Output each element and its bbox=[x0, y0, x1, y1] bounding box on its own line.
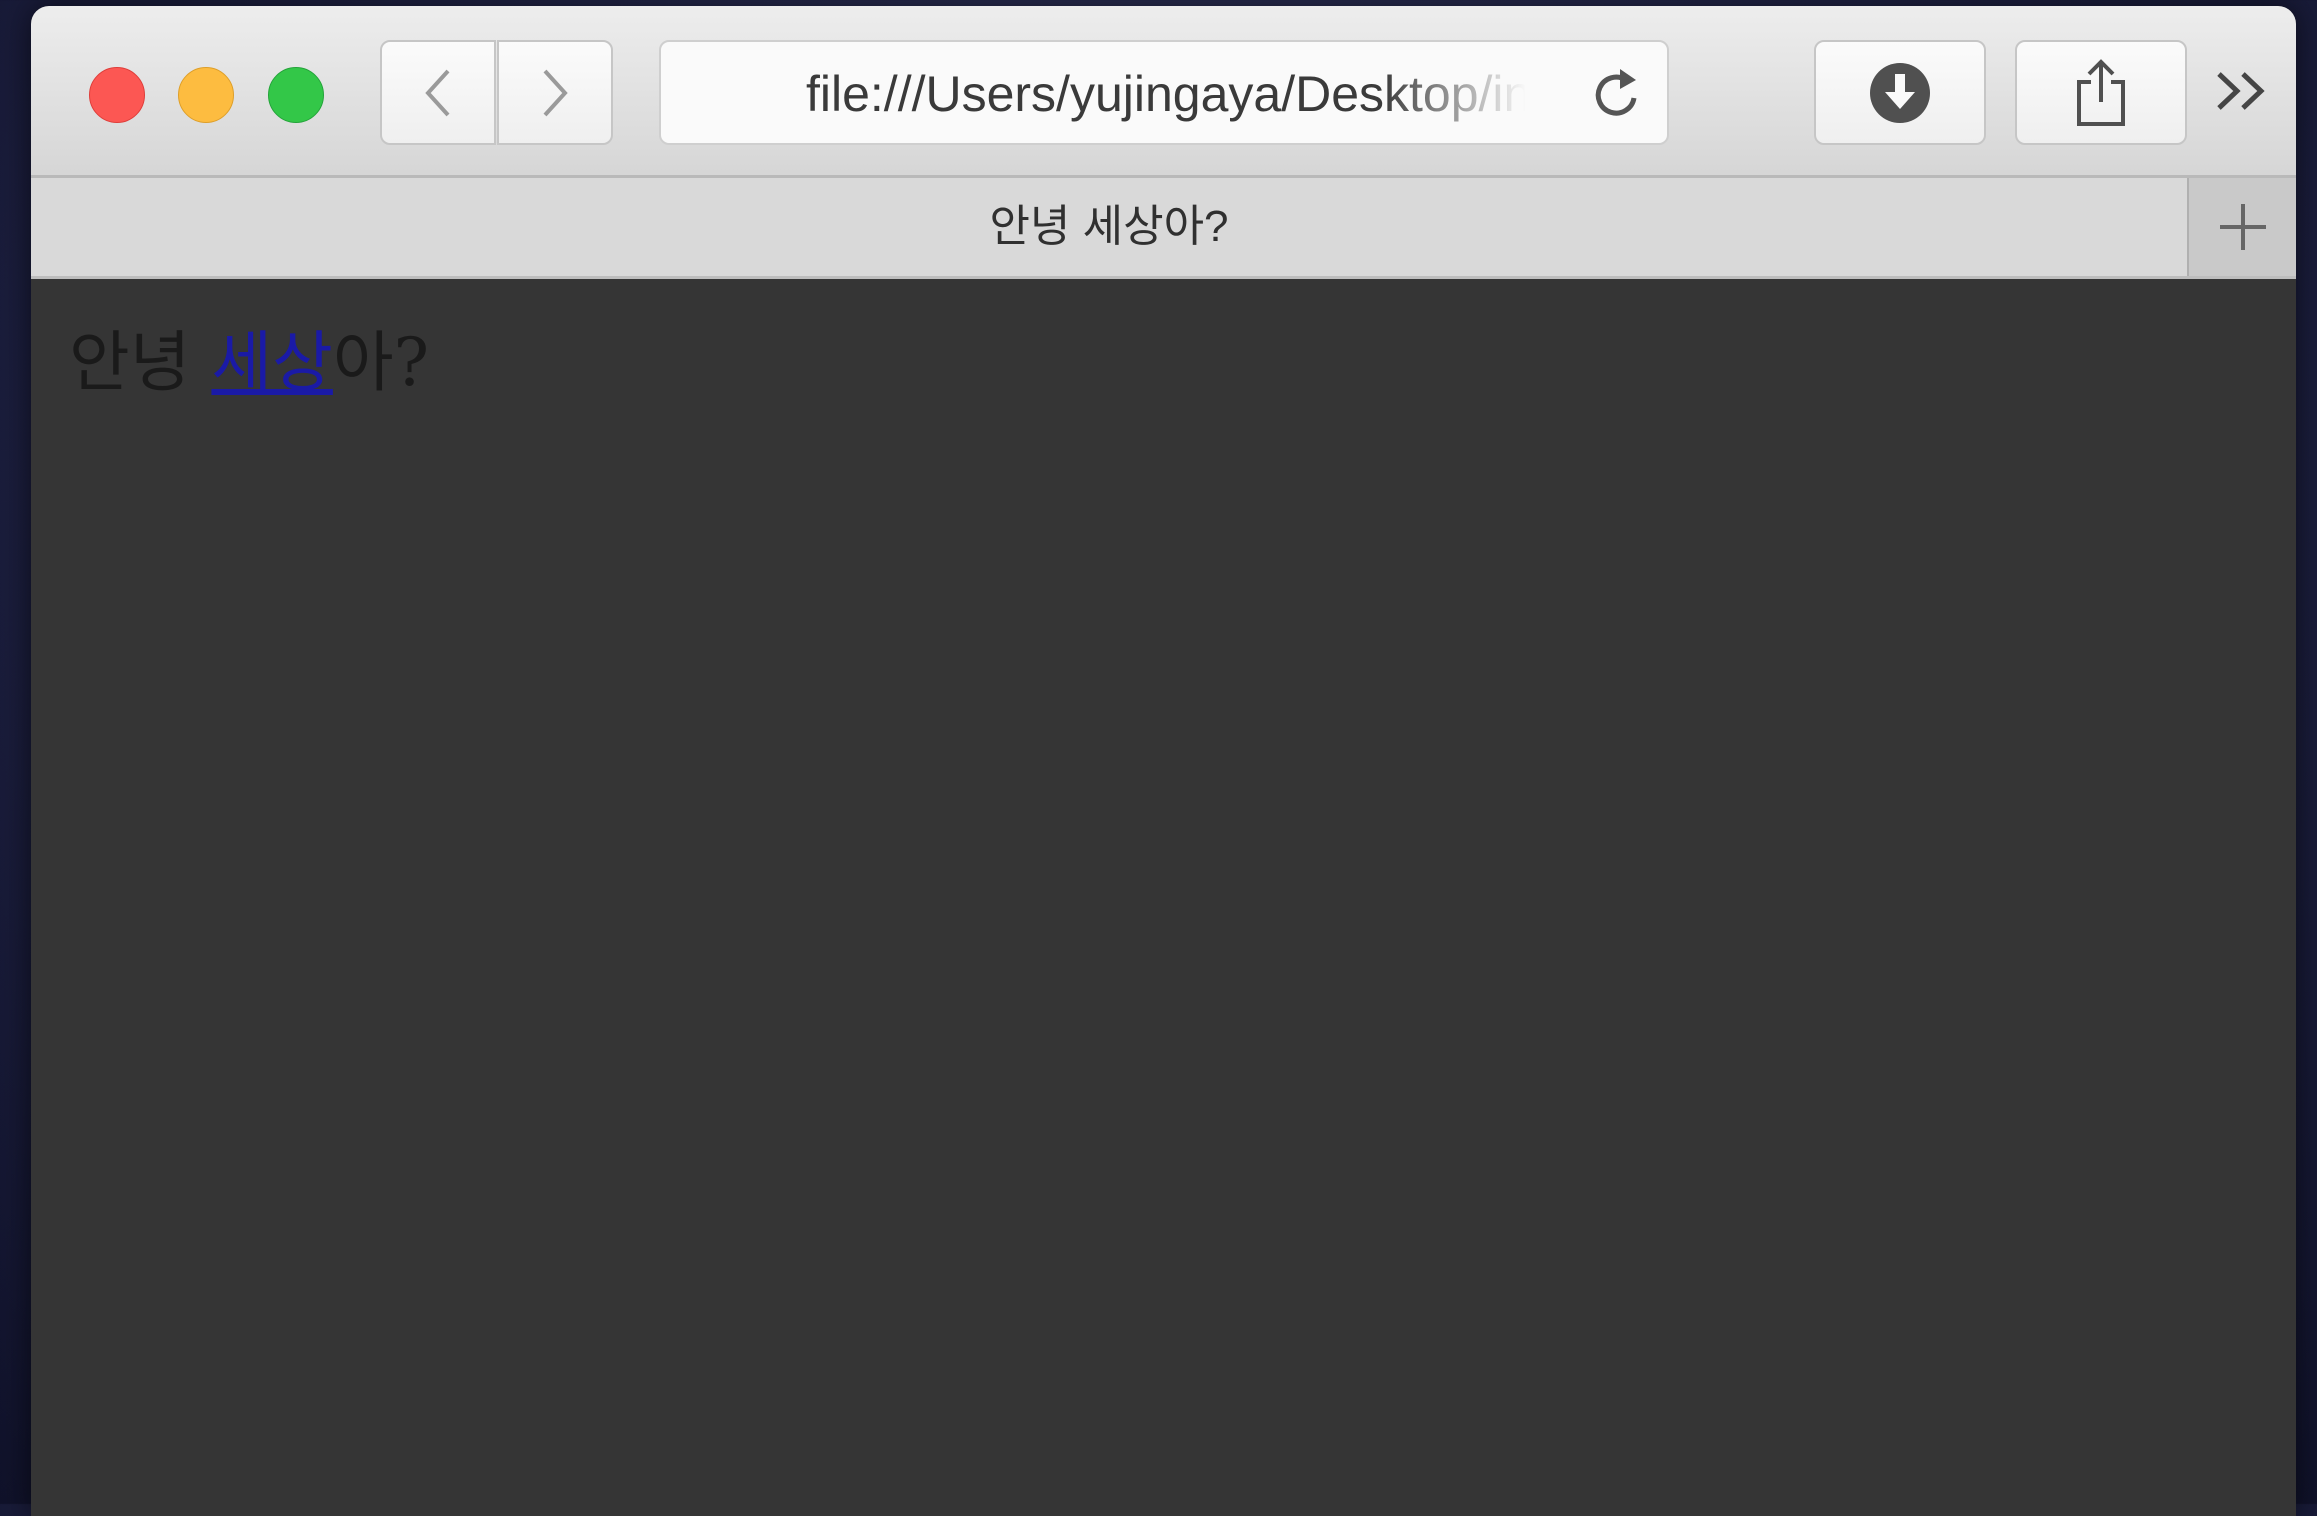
url-text[interactable]: file:///Users/yujingaya/Desktop/index.ht… bbox=[806, 64, 1526, 124]
heading-link[interactable]: 세상 bbox=[211, 324, 332, 401]
double-chevron-right-icon[interactable] bbox=[2209, 56, 2279, 126]
chevron-right-icon bbox=[543, 69, 568, 116]
active-tab[interactable]: 안녕 세상아? bbox=[31, 178, 2187, 276]
browser-toolbar: file:///Users/yujingaya/Desktop/index.ht… bbox=[31, 6, 2296, 178]
address-bar[interactable]: file:///Users/yujingaya/Desktop/index.ht… bbox=[659, 40, 1669, 145]
plus-icon bbox=[2219, 204, 2266, 250]
chevron-left-icon bbox=[425, 69, 450, 116]
minimize-window-button[interactable] bbox=[178, 67, 234, 123]
heading-text-before: 안녕 bbox=[69, 324, 212, 401]
tab-bar: 안녕 세상아? bbox=[31, 178, 2296, 279]
back-button[interactable] bbox=[380, 40, 496, 145]
heading-text-after: 아? bbox=[332, 324, 429, 401]
reload-icon[interactable] bbox=[1586, 64, 1648, 126]
page-content: 안녕 세상아? bbox=[31, 279, 2296, 1516]
close-window-button[interactable] bbox=[89, 67, 145, 123]
new-tab-button[interactable] bbox=[2187, 178, 2296, 276]
download-icon bbox=[1870, 62, 1930, 123]
forward-button[interactable] bbox=[497, 40, 613, 145]
downloads-button[interactable] bbox=[1814, 40, 1986, 145]
share-icon bbox=[2077, 58, 2125, 126]
page-heading: 안녕 세상아? bbox=[69, 309, 429, 405]
browser-window: file:///Users/yujingaya/Desktop/index.ht… bbox=[31, 6, 2296, 1516]
share-button[interactable] bbox=[2015, 40, 2187, 145]
maximize-window-button[interactable] bbox=[268, 67, 324, 123]
